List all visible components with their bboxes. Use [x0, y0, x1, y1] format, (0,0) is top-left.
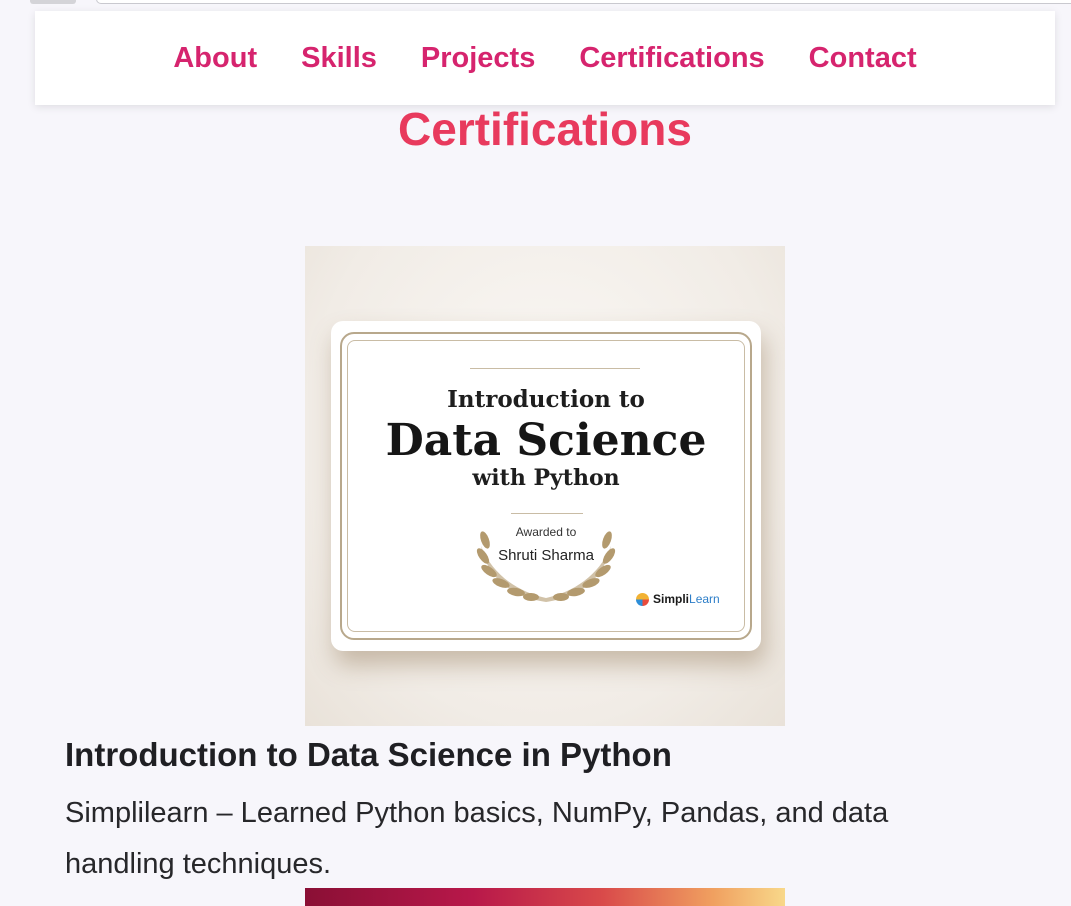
certificate-title-line-2: Data Science — [385, 415, 707, 466]
certificate-title-line-3: with Python — [472, 465, 620, 491]
certificate-card: Introduction to Data Science with Python — [331, 321, 761, 651]
address-bar-edge[interactable] — [96, 0, 1071, 4]
certificate-awarded-label: Awarded to — [515, 525, 577, 539]
certificate-title-line-1: Introduction to — [447, 386, 645, 413]
browser-chrome-edge — [0, 0, 1071, 10]
section-title: Certifications — [398, 103, 692, 155]
nav-link-contact[interactable]: Contact — [809, 42, 917, 75]
nav-link-skills[interactable]: Skills — [301, 42, 377, 75]
top-navigation: About Skills Projects Certifications Con… — [35, 11, 1055, 105]
nav-link-certifications[interactable]: Certifications — [579, 42, 764, 75]
awarded-rule — [511, 513, 583, 514]
next-certificate-image — [305, 888, 785, 906]
simplilearn-logo-icon — [636, 592, 649, 606]
certification-description: Simplilearn – Learned Python basics, Num… — [65, 797, 889, 880]
certificate-image: Introduction to Data Science with Python — [305, 246, 785, 726]
logo-text-simpli: Simpli — [653, 592, 690, 606]
browser-tab-edge[interactable] — [30, 0, 76, 4]
certification-title: Introduction to Data Science in Python — [65, 736, 672, 773]
simplilearn-logo: Simpli Learn — [636, 592, 720, 606]
nav-link-projects[interactable]: Projects — [421, 42, 535, 75]
nav-link-about[interactable]: About — [173, 42, 257, 75]
certificate-top-rule — [470, 368, 640, 369]
certificate-recipient: Shruti Sharma — [498, 547, 594, 564]
logo-text-learn: Learn — [689, 592, 720, 606]
